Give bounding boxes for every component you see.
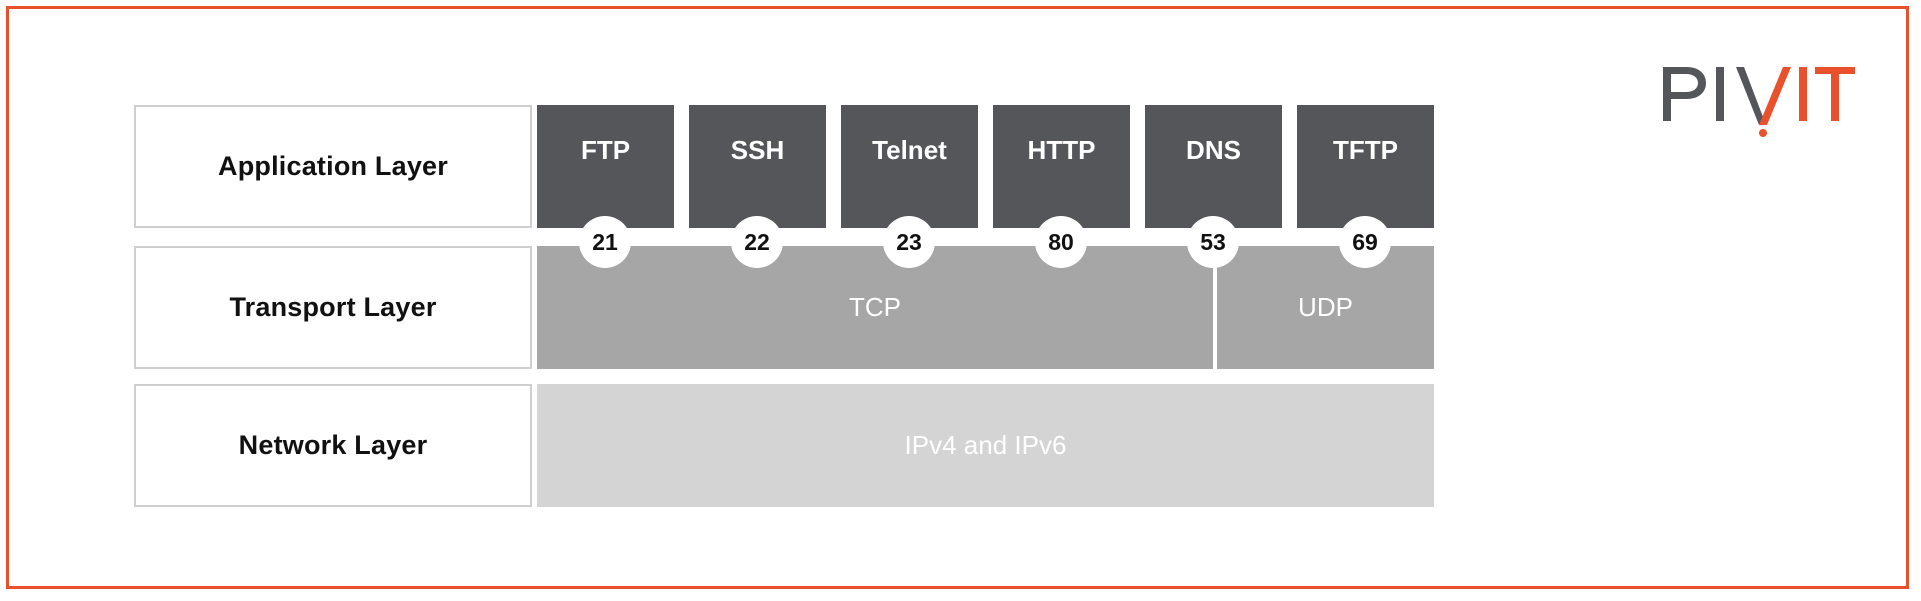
page-frame: Application Layer Transport Layer Networ…: [6, 6, 1909, 589]
transport-segment-udp-label: UDP: [1298, 292, 1353, 322]
transport-segment-tcp: TCP: [537, 246, 1213, 369]
protocol-box-telnet-label: Telnet: [872, 135, 947, 165]
protocol-box-ftp: FTP: [537, 105, 674, 228]
protocol-box-telnet: Telnet: [841, 105, 978, 228]
protocol-box-tftp-label: TFTP: [1333, 135, 1398, 165]
transport-segment-udp: UDP: [1217, 246, 1434, 369]
layer-label-network: Network Layer: [134, 384, 532, 507]
protocol-box-http-label: HTTP: [1027, 135, 1096, 165]
pivit-logo: [1659, 59, 1859, 139]
application-protocol-row: FTP SSH Telnet HTTP DNS TFTP: [537, 105, 1434, 228]
port-circle-telnet: 23: [883, 216, 935, 268]
network-layer-protocols-label: IPv4 and IPv6: [904, 430, 1067, 460]
protocol-box-tftp: TFTP: [1297, 105, 1434, 228]
transport-segment-tcp-label: TCP: [849, 292, 901, 322]
protocol-box-http: HTTP: [993, 105, 1130, 228]
port-circle-dns: 53: [1187, 216, 1239, 268]
port-circle-dns-value: 53: [1200, 228, 1226, 255]
logo-accent-dot: [1759, 129, 1767, 137]
protocol-box-ssh: SSH: [689, 105, 826, 228]
logo-letter-t: [1815, 67, 1855, 121]
protocol-box-ftp-label: FTP: [580, 135, 631, 165]
layer-label-transport-text: Transport Layer: [229, 292, 437, 322]
transport-layer-band: TCP UDP: [537, 246, 1434, 369]
protocol-box-dns: DNS: [1145, 105, 1282, 228]
port-circle-telnet-value: 23: [896, 228, 922, 255]
port-circle-http-value: 80: [1048, 228, 1074, 255]
pivit-logo-mark: [1663, 67, 1855, 137]
port-circle-http: 80: [1035, 216, 1087, 268]
layer-label-network-text: Network Layer: [238, 430, 428, 460]
network-layer-band: IPv4 and IPv6: [537, 384, 1434, 507]
tcp-ip-layer-diagram: Application Layer Transport Layer Networ…: [9, 9, 1906, 586]
logo-letter-v-right: [1759, 67, 1791, 125]
layer-label-application: Application Layer: [134, 105, 532, 228]
port-circle-ftp-value: 21: [592, 228, 618, 255]
logo-letter-i-1: [1716, 67, 1724, 121]
logo-letter-i-2: [1799, 67, 1807, 121]
port-circle-ssh-value: 22: [744, 228, 770, 255]
logo-letter-p: [1663, 67, 1706, 121]
logo-letter-v-left: [1736, 67, 1763, 125]
protocol-box-ssh-label: SSH: [730, 135, 785, 165]
protocol-box-dns-label: DNS: [1186, 135, 1241, 165]
port-circle-ssh: 22: [731, 216, 783, 268]
layer-label-application-text: Application Layer: [218, 151, 448, 181]
layer-label-transport: Transport Layer: [134, 246, 532, 369]
port-circle-ftp: 21: [579, 216, 631, 268]
port-circle-tftp-value: 69: [1352, 228, 1378, 255]
port-circle-tftp: 69: [1339, 216, 1391, 268]
